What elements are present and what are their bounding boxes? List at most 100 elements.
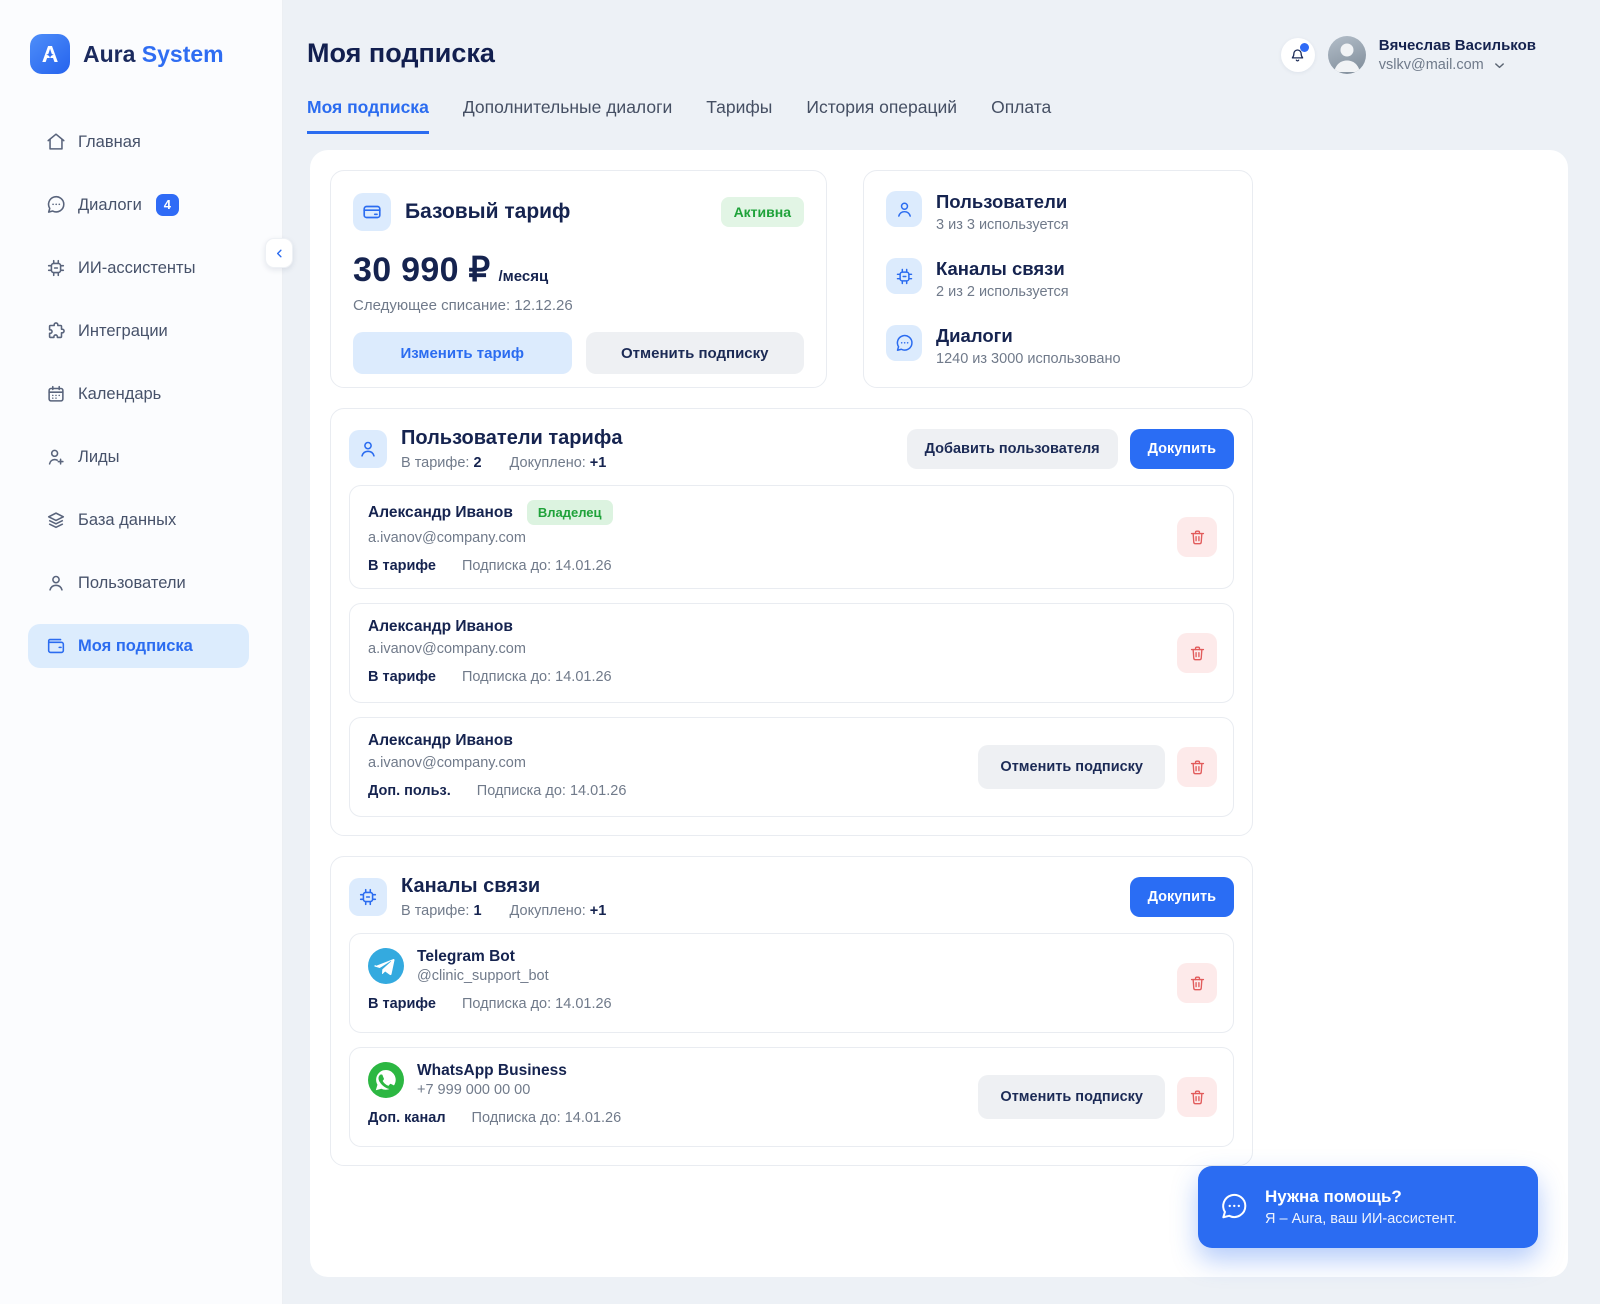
user-name: Вячеслав Васильков	[1379, 37, 1536, 54]
usage-value: 1240 из 3000 использовано	[936, 351, 1121, 367]
channel-name: Telegram Bot	[417, 948, 549, 966]
avatar[interactable]	[1328, 36, 1366, 74]
chip-icon	[45, 257, 67, 279]
sidebar-item-leads[interactable]: Лиды	[28, 435, 249, 479]
subscription-panel: Базовый тариф Активна 30 990 ₽ /месяц Сл…	[310, 150, 1568, 1277]
puzzle-icon	[45, 320, 67, 342]
sidebar-item-label: Главная	[78, 133, 141, 152]
buy-more-users-button[interactable]: Докупить	[1130, 429, 1234, 469]
delete-user-button[interactable]	[1177, 633, 1217, 673]
usage-value: 3 из 3 используется	[936, 217, 1069, 233]
meta-value: 2	[473, 455, 481, 471]
sidebar-item-dialogs[interactable]: Диалоги 4	[28, 183, 249, 227]
user-row: Александр Иванов Владелец a.ivanov@compa…	[349, 485, 1234, 589]
sidebar-collapse-button[interactable]	[265, 238, 293, 268]
meta-value: +1	[590, 903, 607, 919]
cancel-channel-subscription-button[interactable]: Отменить подписку	[978, 1075, 1165, 1119]
tab-payment[interactable]: Оплата	[991, 97, 1051, 134]
chat-icon	[45, 194, 67, 216]
notification-dot	[1300, 43, 1309, 52]
whatsapp-icon	[368, 1062, 404, 1098]
usage-title: Каналы связи	[936, 258, 1069, 280]
usage-users: Пользователи 3 из 3 используется	[886, 191, 1230, 233]
user-icon	[886, 191, 922, 227]
usage-title: Диалоги	[936, 325, 1121, 347]
notifications-button[interactable]	[1281, 38, 1315, 72]
user-row-name: Александр Иванов	[368, 732, 513, 750]
trash-icon	[1188, 758, 1207, 777]
user-row-valid-until: Подписка до: 14.01.26	[462, 558, 612, 574]
tariff-title: Базовый тариф	[405, 200, 707, 224]
channel-row: WhatsApp Business +7 999 000 00 00 Доп. …	[349, 1047, 1234, 1147]
channel-valid-until: Подписка до: 14.01.26	[462, 996, 612, 1012]
sidebar-item-users[interactable]: Пользователи	[28, 561, 249, 605]
home-icon	[45, 131, 67, 153]
user-plus-icon	[45, 446, 67, 468]
brand-name-secondary: System	[142, 41, 224, 67]
channel-row: Telegram Bot @clinic_support_bot В тариф…	[349, 933, 1234, 1033]
calendar-icon	[45, 383, 67, 405]
sidebar-item-my-subscription[interactable]: Моя подписка	[28, 624, 249, 668]
change-tariff-button[interactable]: Изменить тариф	[353, 332, 572, 374]
tab-additional-dialogs[interactable]: Дополнительные диалоги	[463, 97, 672, 134]
user-row-email: a.ivanov@company.com	[368, 530, 1215, 546]
tariff-card: Базовый тариф Активна 30 990 ₽ /месяц Сл…	[330, 170, 827, 388]
trash-icon	[1188, 644, 1207, 663]
delete-user-button[interactable]	[1177, 747, 1217, 787]
sidebar-item-ai-assistants[interactable]: ИИ-ассистенты	[28, 246, 249, 290]
section-title: Пользователи тарифа	[401, 427, 893, 450]
channel-valid-until: Подписка до: 14.01.26	[472, 1110, 622, 1126]
sidebar-item-label: Моя подписка	[78, 637, 193, 656]
wallet-icon	[45, 635, 67, 657]
dialogs-count-badge: 4	[156, 194, 179, 216]
meta-value: 1	[473, 903, 481, 919]
trash-icon	[1188, 1088, 1207, 1107]
purchased-meta: Докуплено:+1	[510, 455, 607, 471]
delete-channel-button[interactable]	[1177, 963, 1217, 1003]
sidebar-item-label: Календарь	[78, 385, 161, 404]
user-menu[interactable]: Вячеслав Васильков vslkv@mail.com	[1379, 37, 1536, 73]
usage-dialogs: Диалоги 1240 из 3000 использовано	[886, 325, 1230, 367]
add-user-button[interactable]: Добавить пользователя	[907, 429, 1118, 469]
help-title: Нужна помощь?	[1265, 1187, 1457, 1207]
user-icon	[45, 572, 67, 594]
owner-badge: Владелец	[527, 500, 613, 525]
section-title: Каналы связи	[401, 875, 1116, 898]
logo-icon: A✦	[30, 34, 70, 74]
buy-more-channels-button[interactable]: Докупить	[1130, 877, 1234, 917]
usage-title: Пользователи	[936, 191, 1069, 213]
tab-operations-history[interactable]: История операций	[806, 97, 957, 134]
delete-channel-button[interactable]	[1177, 1077, 1217, 1117]
help-assistant-widget[interactable]: Нужна помощь? Я – Aura, ваш ИИ-ассистент…	[1198, 1166, 1538, 1248]
purchased-meta: Докуплено:+1	[510, 903, 607, 919]
cancel-subscription-button[interactable]: Отменить подписку	[586, 332, 805, 374]
sidebar-item-calendar[interactable]: Календарь	[28, 372, 249, 416]
sidebar-item-home[interactable]: Главная	[28, 120, 249, 164]
chevron-down-icon	[1492, 58, 1507, 73]
status-badge: Активна	[721, 197, 804, 227]
avatar-silhouette	[1328, 36, 1366, 74]
help-subtitle: Я – Aura, ваш ИИ-ассистент.	[1265, 1211, 1457, 1227]
sidebar-item-label: Пользователи	[78, 574, 186, 593]
user-row-name: Александр Иванов	[368, 504, 513, 522]
main-content: Моя подписка Вячеслав Васильков vslkv@ma…	[283, 0, 1600, 1304]
sidebar: A✦ Aura System Главная Диалоги 4 ИИ-асси…	[0, 0, 283, 1304]
delete-user-button[interactable]	[1177, 517, 1217, 557]
cancel-user-subscription-button[interactable]: Отменить подписку	[978, 745, 1165, 789]
tab-tariffs[interactable]: Тарифы	[706, 97, 772, 134]
channel-handle: @clinic_support_bot	[417, 968, 549, 984]
card-icon	[353, 193, 391, 231]
tariff-users-card: Пользователи тарифа В тарифе:2 Докуплено…	[330, 408, 1253, 836]
sidebar-item-integrations[interactable]: Интеграции	[28, 309, 249, 353]
tab-my-subscription[interactable]: Моя подписка	[307, 97, 429, 134]
sidebar-item-database[interactable]: База данных	[28, 498, 249, 542]
user-row-valid-until: Подписка до: 14.01.26	[477, 783, 627, 799]
user-email: vslkv@mail.com	[1379, 57, 1484, 73]
tab-bar: Моя подписка Дополнительные диалоги Тари…	[283, 97, 1600, 134]
user-row-type: Доп. польз.	[368, 783, 451, 799]
channel-handle: +7 999 000 00 00	[417, 1082, 567, 1098]
telegram-icon	[368, 948, 404, 984]
chip-icon	[886, 258, 922, 294]
channel-type: В тарифе	[368, 996, 436, 1012]
user-row-name: Александр Иванов	[368, 618, 513, 636]
